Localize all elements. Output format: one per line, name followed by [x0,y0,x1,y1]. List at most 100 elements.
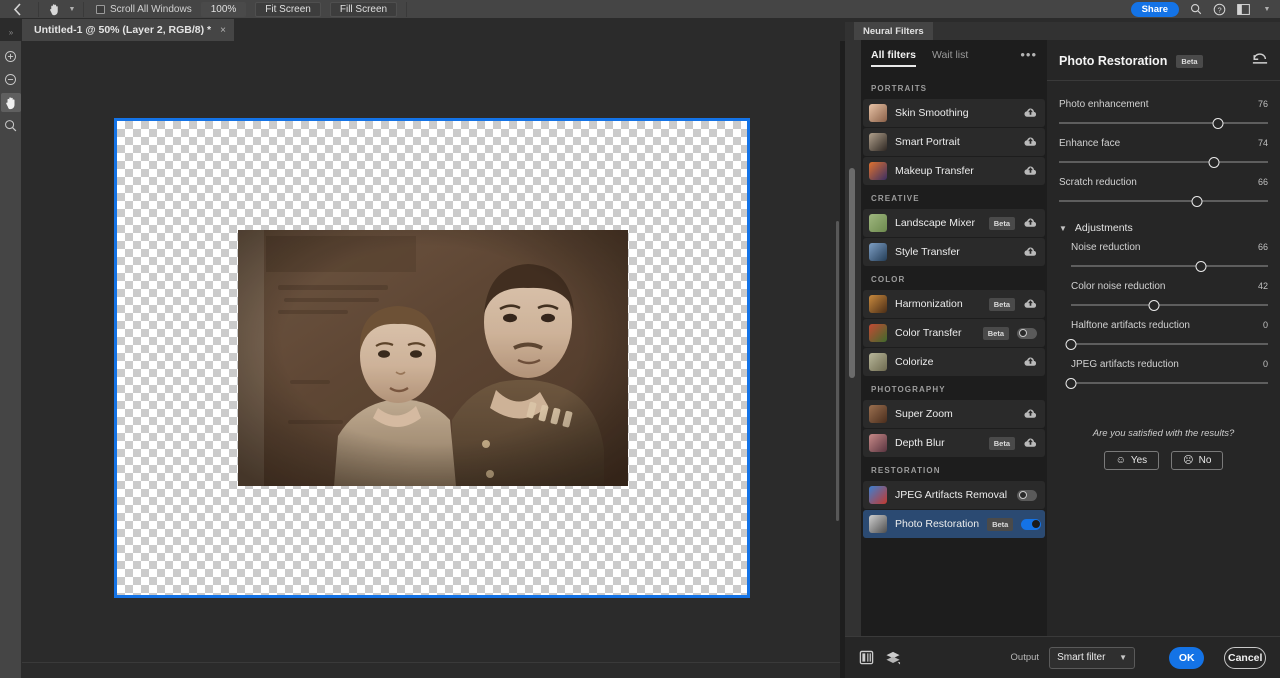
scroll-all-windows-checkbox[interactable]: Scroll All Windows [96,4,192,15]
slider-value: 76 [1257,99,1268,109]
filter-toggle[interactable] [1021,518,1042,530]
filter-name: Style Transfer [895,246,960,258]
panel-vertical-scrollbar[interactable] [845,40,861,678]
slider-line [1059,200,1268,202]
share-button[interactable]: Share [1130,1,1179,17]
magnifier-tool[interactable] [1,116,21,135]
feedback-no-button[interactable]: ☹ No [1171,451,1224,470]
filter-item-harmonization[interactable]: Harmonization Beta [863,290,1045,318]
slider-track[interactable] [1059,116,1268,130]
tab-wait-list[interactable]: Wait list [932,41,968,69]
cloud-download-icon[interactable] [1023,408,1037,420]
filter-thumbnail-icon [869,353,887,371]
slider-photo-enhancement[interactable]: Photo enhancement 76 [1059,91,1268,130]
slider-color-noise-reduction[interactable]: Color noise reduction 42 [1059,273,1268,312]
filter-toggle[interactable] [1017,327,1037,339]
filter-item-colorize[interactable]: Colorize [863,348,1045,376]
fit-screen-button[interactable]: Fit Screen [255,1,321,17]
filter-item-color-transfer[interactable]: Color Transfer Beta [863,319,1045,347]
workspace-icon[interactable] [1236,2,1251,17]
cloud-download-icon[interactable] [1023,217,1037,229]
slider-jpeg-artifacts-reduction[interactable]: JPEG artifacts reduction 0 [1059,351,1268,390]
revert-icon[interactable] [1252,52,1268,71]
document-tab[interactable]: Untitled-1 @ 50% (Layer 2, RGB/8) * × [22,19,235,41]
slider-halftone-artifacts-reduction[interactable]: Halftone artifacts reduction 0 [1059,312,1268,351]
filter-item-jpeg-artifacts-removal[interactable]: JPEG Artifacts Removal [863,481,1045,509]
feedback-yes-button[interactable]: ☺ Yes [1103,451,1160,470]
canvas-vertical-scrollbar[interactable] [835,41,840,662]
filter-thumbnail-icon [869,243,887,261]
filter-toggle[interactable] [1017,489,1037,501]
overflow-menu-icon[interactable]: ••• [1020,48,1037,61]
cloud-download-icon[interactable] [1023,246,1037,258]
search-icon[interactable] [1188,2,1203,17]
slider-track[interactable] [1065,376,1268,390]
filter-group-title: RESTORATION [871,466,941,475]
chevron-down-icon[interactable]: ▼ [1260,0,1274,19]
beta-badge: Beta [1176,54,1203,68]
zoom-level-button[interactable]: 100% [200,1,247,17]
slider-handle[interactable] [1208,157,1220,168]
output-select[interactable]: Smart filter ▼ [1049,646,1136,669]
filter-name: Color Transfer [895,327,962,339]
slider-handle[interactable] [1191,196,1203,207]
filter-item-super-zoom[interactable]: Super Zoom [863,400,1045,428]
filter-item-landscape-mixer[interactable]: Landscape Mixer Beta [863,209,1045,237]
divider [83,1,84,17]
scroll-all-windows-label: Scroll All Windows [110,3,192,15]
cloud-download-icon[interactable] [1023,165,1037,177]
artboard-transparent-canvas[interactable] [114,118,750,598]
slider-handle[interactable] [1148,300,1160,311]
slider-handle[interactable] [1195,261,1207,272]
slider-track[interactable] [1065,337,1268,351]
slider-track[interactable] [1071,298,1268,312]
fill-screen-button[interactable]: Fill Screen [329,1,398,17]
close-icon[interactable]: × [220,25,226,36]
filter-item-style-transfer[interactable]: Style Transfer [863,238,1045,266]
slider-label: Enhance face [1059,138,1121,149]
slider-handle[interactable] [1065,378,1077,389]
feedback-section: Are you satisfied with the results? ☺ Yes ☹… [1059,428,1268,470]
output-select-value: Smart filter [1057,652,1106,663]
filter-item-makeup-transfer[interactable]: Makeup Transfer [863,157,1045,185]
cloud-download-icon[interactable] [1023,437,1037,449]
zoom-in-tool[interactable] [1,47,21,66]
svg-text:?: ? [1217,5,1221,14]
chevron-down-icon[interactable]: ▼ [65,0,79,19]
back-button[interactable] [0,0,34,19]
cloud-download-icon[interactable] [1023,107,1037,119]
tab-all-filters[interactable]: All filters [871,41,916,69]
photoshop-window: ▼ Scroll All Windows 100% Fit Screen Fil… [0,0,1280,678]
ok-button[interactable]: OK [1169,646,1205,669]
filter-item-photo-restoration[interactable]: Photo Restoration Beta [863,510,1045,538]
help-icon[interactable]: ? [1212,2,1227,17]
cloud-download-icon[interactable] [1023,298,1037,310]
slider-enhance-face[interactable]: Enhance face 74 [1059,130,1268,169]
hand-tool[interactable] [0,93,21,112]
canvas-area[interactable] [22,41,840,678]
layers-icon[interactable] [885,647,901,669]
cancel-button[interactable]: Cancel [1224,646,1266,669]
adjustments-header[interactable]: ▼ Adjustments [1059,208,1268,234]
neural-filters-tab[interactable]: Neural Filters [854,22,933,40]
cloud-download-icon[interactable] [1023,136,1037,148]
filter-name: Super Zoom [895,408,953,420]
slider-track[interactable] [1059,155,1268,169]
filter-list: PORTRAITS Skin Smoothing Smart Portrait Mak… [861,70,1047,678]
slider-track[interactable] [1059,194,1268,208]
zoom-out-tool[interactable] [1,70,21,89]
filter-thumbnail-icon [869,133,887,151]
split-preview-icon[interactable] [859,647,875,669]
slider-handle[interactable] [1065,339,1077,350]
slider-track[interactable] [1071,259,1268,273]
cloud-download-icon[interactable] [1023,356,1037,368]
filter-item-smart-portrait[interactable]: Smart Portrait [863,128,1045,156]
slider-handle[interactable] [1212,118,1224,129]
slider-noise-reduction[interactable]: Noise reduction 66 [1059,234,1268,273]
slider-scratch-reduction[interactable]: Scratch reduction 66 [1059,169,1268,208]
panel-expand-icon[interactable]: » [0,19,22,41]
slider-label: Noise reduction [1071,242,1141,253]
hand-tool-icon[interactable] [43,0,65,19]
filter-item-skin-smoothing[interactable]: Skin Smoothing [863,99,1045,127]
filter-item-depth-blur[interactable]: Depth Blur Beta [863,429,1045,457]
